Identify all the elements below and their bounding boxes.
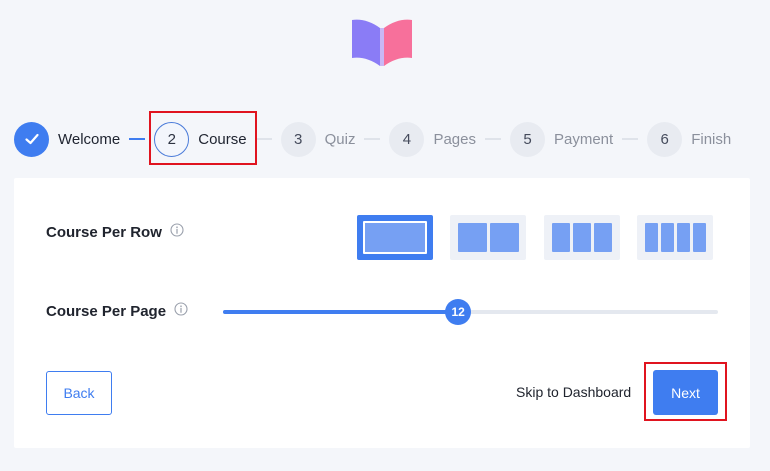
layout-column-shape <box>573 223 591 252</box>
layout-column-shape <box>489 223 519 252</box>
skip-to-dashboard-link[interactable]: Skip to Dashboard <box>516 384 631 400</box>
step-payment[interactable]: 5 Payment <box>510 121 614 157</box>
step-connector <box>485 138 501 140</box>
step-finish-number: 6 <box>647 121 683 157</box>
step-payment-label: Payment <box>554 130 614 148</box>
step-pages[interactable]: 4 Pages <box>389 121 476 157</box>
layout-column-shape <box>676 223 690 252</box>
layout-column-shape <box>457 223 487 252</box>
step-connector <box>622 138 639 140</box>
course-per-page-label: Course Per Page <box>46 303 167 320</box>
slider-thumb[interactable]: 12 <box>445 299 472 325</box>
setup-wizard-page: Welcome 2 Course 3 Quiz 4 Pages 5 Paymen… <box>0 0 770 471</box>
layout-column-shape <box>692 223 706 252</box>
step-finish-label: Finish <box>691 130 732 148</box>
layout-option-1-column[interactable] <box>357 215 433 260</box>
step-welcome-circle <box>14 121 49 157</box>
step-payment-number: 5 <box>510 121 545 157</box>
back-button[interactable]: Back <box>46 371 112 415</box>
next-button[interactable]: Next <box>653 370 718 415</box>
step-welcome-label: Welcome <box>58 130 121 148</box>
step-finish[interactable]: 6 Finish <box>647 121 732 157</box>
step-quiz-label: Quiz <box>324 130 356 148</box>
layout-column-shape <box>552 223 570 252</box>
step-course[interactable]: 2 Course <box>154 121 247 157</box>
step-welcome[interactable]: Welcome <box>14 121 121 157</box>
step-pages-label: Pages <box>433 130 476 148</box>
course-per-row-label: Course Per Row <box>46 224 162 241</box>
step-course-number: 2 <box>154 121 190 157</box>
step-connector <box>364 138 381 140</box>
layout-column-shape <box>644 223 658 252</box>
step-connector <box>255 138 272 140</box>
layout-column-shape <box>363 221 427 254</box>
step-pages-number: 4 <box>389 121 425 157</box>
settings-card: Course Per Row Course Per Page 12 Back S… <box>14 178 750 448</box>
check-icon <box>24 133 39 145</box>
book-logo-icon <box>352 19 412 67</box>
step-course-label: Course <box>198 130 247 148</box>
layout-column-shape <box>660 223 674 252</box>
info-icon[interactable] <box>170 223 184 237</box>
layout-option-3-columns[interactable] <box>544 215 620 260</box>
step-quiz[interactable]: 3 Quiz <box>280 121 356 157</box>
step-connector <box>129 138 146 140</box>
info-icon[interactable] <box>174 302 188 316</box>
layout-option-4-columns[interactable] <box>637 215 713 260</box>
layout-column-shape <box>594 223 612 252</box>
course-per-page-slider[interactable]: 12 <box>223 299 718 325</box>
slider-fill <box>223 310 459 314</box>
layout-option-2-columns[interactable] <box>450 215 526 260</box>
step-quiz-number: 3 <box>280 121 316 157</box>
setup-stepper: Welcome 2 Course 3 Quiz 4 Pages 5 Paymen… <box>14 121 731 157</box>
